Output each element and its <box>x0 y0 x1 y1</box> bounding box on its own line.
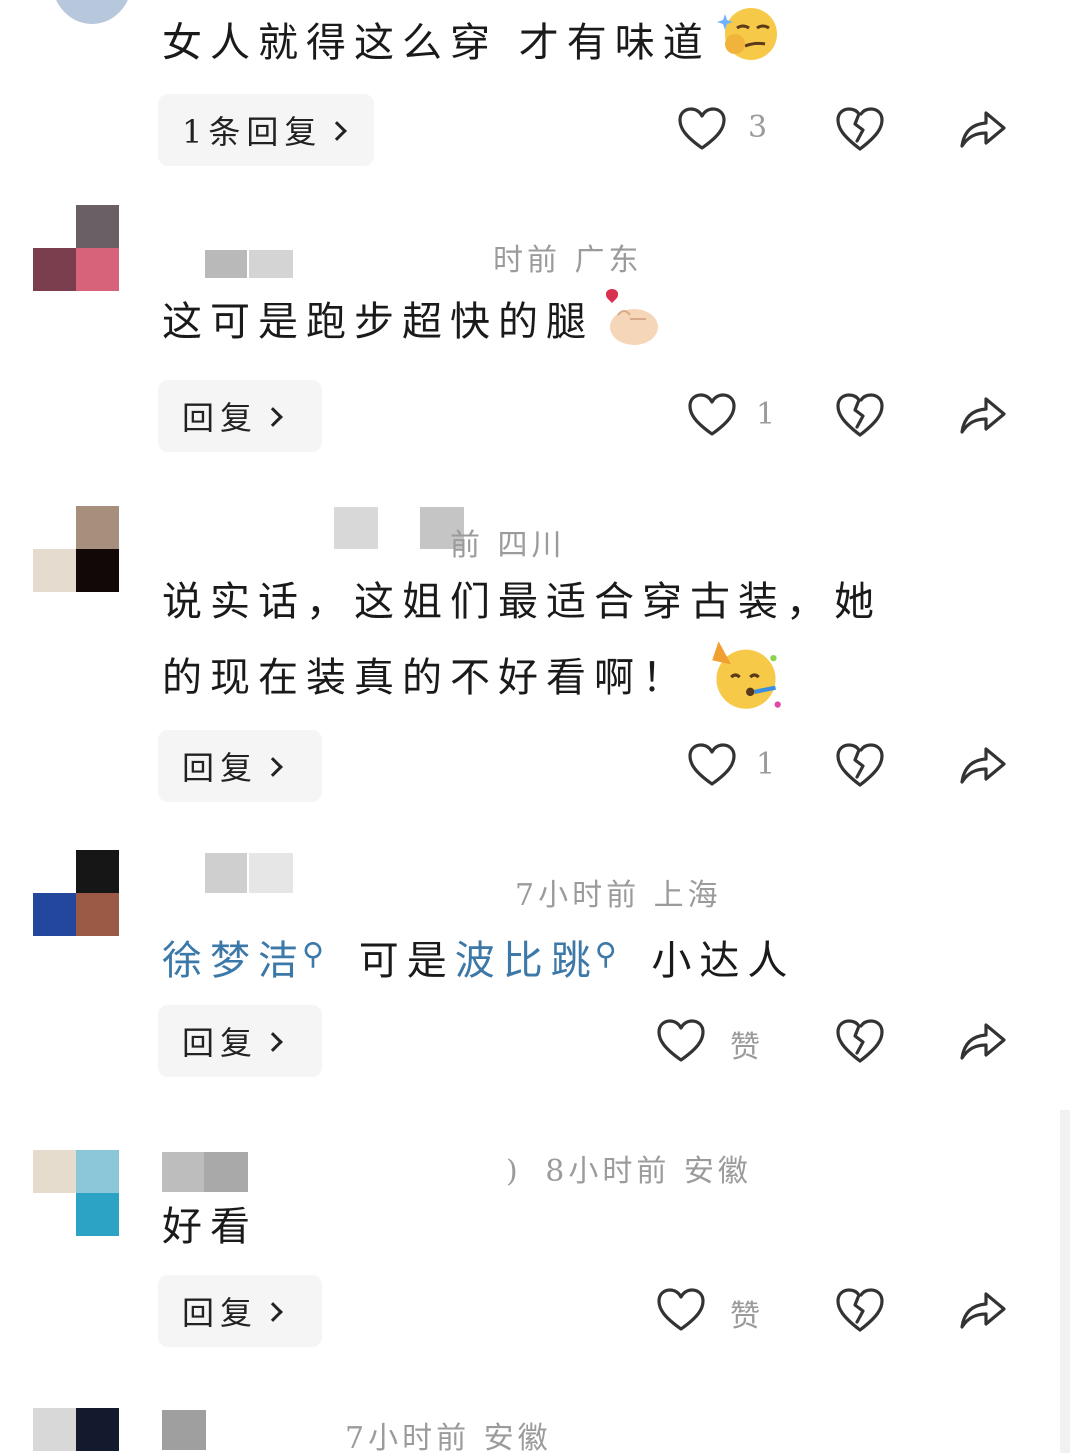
comment-text: 说实话，这姐们最适合穿古装，她 的现在装真的不好看啊！ <box>162 571 882 713</box>
username-blurred[interactable] <box>162 1410 206 1450</box>
comment-text: 徐梦洁⚲ 可是波比跳⚲ 小达人 <box>162 924 795 992</box>
heart-outline-icon[interactable] <box>656 1018 706 1064</box>
comment-text-content: 好看 <box>162 1204 258 1250</box>
comment-text: 这可是跑步超快的腿 <box>162 285 662 353</box>
like-label: 赞 <box>730 1299 760 1334</box>
avatar[interactable] <box>33 850 119 936</box>
avatar[interactable] <box>52 0 132 24</box>
finger-heart-emoji-icon <box>605 289 658 345</box>
search-magnifier-icon[interactable]: ⚲ <box>302 937 332 972</box>
username-blurred[interactable] <box>162 1152 248 1192</box>
reply-label: 回复 <box>182 1024 259 1062</box>
reply-button[interactable]: 1条回复 <box>158 94 374 166</box>
avatar[interactable] <box>33 205 119 291</box>
share-arrow-icon[interactable] <box>958 1018 1008 1064</box>
comment-meta: 前 四川 <box>450 528 566 563</box>
chevron-right-icon <box>263 1032 283 1052</box>
broken-heart-icon[interactable] <box>835 1286 885 1334</box>
reply-label: 回复 <box>182 1294 259 1332</box>
reply-button[interactable]: 回复 <box>158 730 322 802</box>
comment-meta: ) 8小时前 安徽 <box>506 1146 752 1190</box>
topic-link[interactable]: 徐梦洁 <box>162 938 306 984</box>
reply-button[interactable]: 回复 <box>158 380 322 452</box>
comment-text: 女人就得这么穿 才有味道 <box>162 2 779 74</box>
meta-text: 8小时前 安徽 <box>545 1154 752 1189</box>
broken-heart-icon[interactable] <box>835 105 885 153</box>
heart-outline-icon[interactable] <box>677 106 727 152</box>
smirk-emoji-icon <box>716 8 777 60</box>
broken-heart-icon[interactable] <box>835 1017 885 1065</box>
reply-label: 回复 <box>182 749 259 787</box>
username-blurred[interactable] <box>205 250 293 278</box>
comment-text-line: 说实话，这姐们最适合穿古装，她 <box>162 579 882 625</box>
chevron-right-icon <box>263 757 283 777</box>
heart-outline-icon[interactable] <box>687 742 737 788</box>
like-label: 赞 <box>730 1030 760 1065</box>
share-arrow-icon[interactable] <box>958 742 1008 788</box>
comment-meta: 时前 广东 <box>493 243 643 278</box>
broken-heart-icon[interactable] <box>835 391 885 439</box>
meta-prefix: ) <box>506 1154 522 1189</box>
broken-heart-icon[interactable] <box>835 741 885 789</box>
username-blurred[interactable] <box>334 507 464 549</box>
party-face-emoji-icon <box>712 641 781 709</box>
topic-link[interactable]: 波比跳 <box>455 938 599 984</box>
comment-text-content: 这可是跑步超快的腿 <box>162 299 594 345</box>
comment-item: ) 8小时前 安徽 好看 回复 赞 <box>0 1150 1070 1360</box>
heart-outline-icon[interactable] <box>687 392 737 438</box>
comment-item: 时前 广东 这可是跑步超快的腿 回复 1 <box>0 205 1070 475</box>
avatar[interactable] <box>33 1150 119 1236</box>
comment-item: 7小时前 上海 徐梦洁⚲ 可是波比跳⚲ 小达人 回复 赞 <box>0 850 1070 1090</box>
chevron-right-icon <box>263 407 283 427</box>
comment-item: 7小时前 安徽 <box>0 1405 1070 1453</box>
reply-button[interactable]: 回复 <box>158 1275 322 1347</box>
heart-outline-icon[interactable] <box>656 1287 706 1333</box>
reply-button[interactable]: 回复 <box>158 1005 322 1077</box>
comment-item: 前 四川 说实话，这姐们最适合穿古装，她 的现在装真的不好看啊！ 回复 1 <box>0 505 1070 825</box>
reply-label: 1条回复 <box>182 113 323 151</box>
avatar[interactable] <box>33 506 119 592</box>
avatar[interactable] <box>33 1408 119 1453</box>
comment-text: 好看 <box>162 1196 258 1258</box>
like-count: 1 <box>756 397 776 432</box>
search-magnifier-icon[interactable]: ⚲ <box>595 937 625 972</box>
comment-text-content: 小达人 <box>651 938 796 984</box>
like-count: 3 <box>748 110 768 145</box>
comment-item: 女人就得这么穿 才有味道 1条回复 3 <box>0 0 1070 190</box>
comment-text-content: 可是 <box>358 938 455 984</box>
comment-meta: 7小时前 安徽 <box>345 1421 552 1453</box>
share-arrow-icon[interactable] <box>958 106 1008 152</box>
share-arrow-icon[interactable] <box>958 392 1008 438</box>
comment-text-content: 的现在装真的不好看啊！ <box>162 655 690 701</box>
like-count: 1 <box>756 747 776 782</box>
chevron-right-icon <box>263 1302 283 1322</box>
chevron-right-icon <box>327 121 348 141</box>
scrollbar[interactable] <box>1060 1110 1070 1453</box>
share-arrow-icon[interactable] <box>958 1287 1008 1333</box>
reply-label: 回复 <box>182 399 259 437</box>
username-blurred[interactable] <box>205 853 293 893</box>
comment-text-line: 的现在装真的不好看啊！ <box>162 637 882 713</box>
comment-text-content: 女人就得这么穿 才有味道 <box>162 20 711 66</box>
comment-meta: 7小时前 上海 <box>515 878 722 913</box>
